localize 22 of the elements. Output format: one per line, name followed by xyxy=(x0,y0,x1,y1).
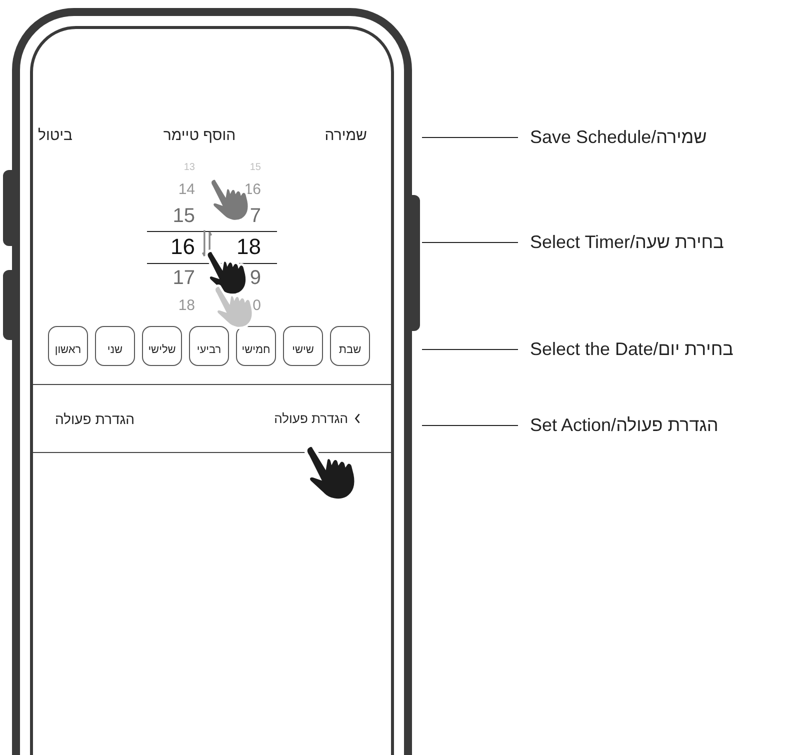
callout-label: Select the Date/בחירת יום xyxy=(530,338,734,360)
save-link[interactable]: שמירה xyxy=(324,126,367,144)
screen-title: הוסף טיימר xyxy=(163,126,236,144)
action-value: הגדרת פעולה xyxy=(274,411,348,426)
callout-label: Select Timer/בחירת שעה xyxy=(530,232,724,252)
day-button[interactable]: שלישי xyxy=(142,326,182,366)
picker-number[interactable]: 18 xyxy=(236,236,261,258)
callout-label: Set Action/הגדרת פעולה xyxy=(530,414,718,436)
picker-number[interactable]: 7 xyxy=(250,206,261,226)
day-button[interactable]: חמישי xyxy=(236,326,276,366)
day-button[interactable]: שני xyxy=(95,326,135,366)
picker-number[interactable]: 15 xyxy=(172,206,195,226)
cancel-link[interactable]: ביטול xyxy=(38,126,73,144)
day-button[interactable]: שישי xyxy=(283,326,323,366)
action-label: הגדרת פעולה xyxy=(55,410,135,426)
callout-label: Save Schedule/שמירה xyxy=(530,126,707,148)
picker-number[interactable]: 9 xyxy=(250,268,261,288)
day-button[interactable]: רביעי xyxy=(189,326,229,366)
day-button[interactable]: ראשון xyxy=(48,326,88,366)
picker-number[interactable]: 17 xyxy=(172,268,195,288)
day-button[interactable]: שבת xyxy=(330,326,370,366)
picker-number[interactable]: 16 xyxy=(170,236,195,258)
